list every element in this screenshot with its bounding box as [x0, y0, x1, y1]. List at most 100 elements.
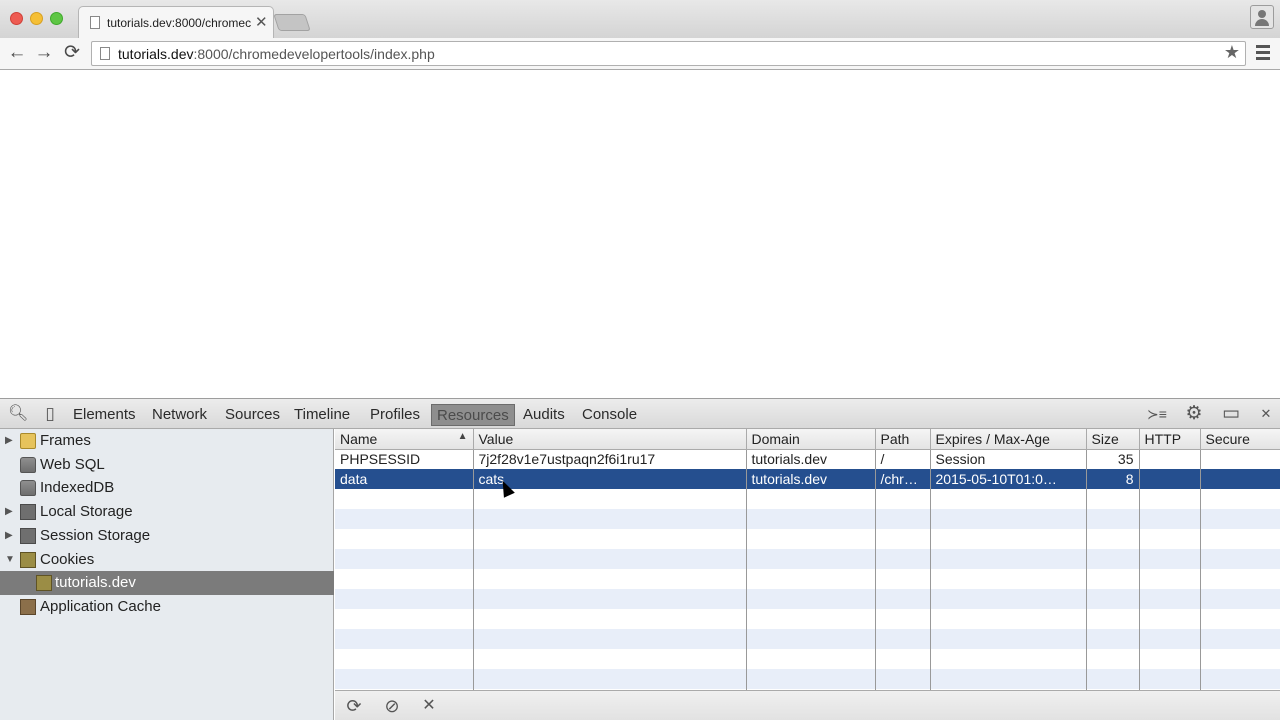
sidebar-item-label: Frames [40, 432, 91, 449]
empty-row [335, 589, 1280, 609]
delete-icon[interactable]: ✕ [418, 695, 440, 717]
tab-profiles[interactable]: Profiles [365, 404, 425, 426]
empty-row [335, 609, 1280, 629]
console-drawer-icon[interactable]: ≻≡ [1144, 404, 1170, 424]
empty-row [335, 569, 1280, 589]
resources-sidebar: ▶ Frames Web SQL IndexedDB ▶ Local Stora… [0, 429, 334, 720]
tab-resources[interactable]: Resources [431, 404, 515, 426]
sidebar-item-session-storage[interactable]: ▶ Session Storage [0, 524, 334, 548]
empty-row [335, 669, 1280, 689]
sidebar-item-label: IndexedDB [40, 479, 115, 496]
sidebar-item-label: Cookies [40, 551, 95, 568]
address-bar[interactable]: tutorials.dev:8000/chromedevelopertools/… [91, 41, 1246, 66]
cell-name[interactable]: PHPSESSID [335, 449, 474, 469]
minimize-window-button[interactable] [30, 12, 43, 25]
column-header-http[interactable]: HTTP [1139, 429, 1201, 450]
browser-tab[interactable]: tutorials.dev:8000/chromec ✕ [78, 6, 274, 38]
sidebar-item-web-sql[interactable]: Web SQL [0, 453, 334, 477]
sidebar-item-label: Session Storage [40, 527, 151, 544]
table-row[interactable]: PHPSESSID 7j2f28v1e7ustpaqn2f6i1ru17 tut… [335, 449, 1280, 469]
column-header-name[interactable]: Name ▲ [335, 429, 474, 450]
column-header-size[interactable]: Size [1086, 429, 1140, 450]
url-text[interactable]: tutorials.dev:8000/chromedevelopertools/… [118, 46, 435, 62]
cell-secure[interactable] [1200, 449, 1280, 469]
cell-path[interactable]: / [875, 449, 931, 469]
cell-domain[interactable]: tutorials.dev [746, 469, 876, 489]
database-icon [20, 480, 36, 496]
cookie-icon [36, 575, 52, 591]
column-header-value[interactable]: Value [473, 429, 747, 450]
tab-close-icon[interactable]: ✕ [255, 13, 268, 31]
browser-toolbar: ← → ⟳ tutorials.dev:8000/chromedeveloper… [0, 38, 1280, 70]
database-icon [20, 457, 36, 473]
table-row-selected[interactable]: data cats tutorials.dev /chr… 2015-05-10… [335, 469, 1280, 489]
cell-value[interactable]: cats [473, 469, 747, 489]
zoom-window-button[interactable] [50, 12, 63, 25]
device-mode-icon[interactable]: ▯ [40, 404, 60, 424]
collapse-arrow-icon[interactable]: ▼ [5, 548, 15, 572]
cell-value[interactable]: 7j2f28v1e7ustpaqn2f6i1ru17 [473, 449, 747, 469]
sidebar-item-local-storage[interactable]: ▶ Local Storage [0, 500, 334, 524]
cell-expires[interactable]: 2015-05-10T01:0… [930, 469, 1087, 489]
forward-icon[interactable]: → [33, 42, 55, 64]
cookies-table-body: PHPSESSID 7j2f28v1e7ustpaqn2f6i1ru17 tut… [335, 449, 1280, 690]
bookmark-star-icon[interactable]: ★ [1224, 42, 1240, 63]
tab-strip: tutorials.dev:8000/chromec ✕ [0, 0, 1280, 38]
cell-path[interactable]: /chr… [875, 469, 931, 489]
reload-icon[interactable]: ⟳ [61, 42, 83, 64]
devtools-panel: 🔍︎ ▯ Elements Network Sources Timeline P… [0, 398, 1280, 720]
refresh-icon[interactable]: ⟳ [343, 695, 365, 717]
inspect-search-icon[interactable]: 🔍︎ [8, 404, 28, 424]
cell-http[interactable] [1139, 449, 1201, 469]
empty-row [335, 629, 1280, 649]
column-header-domain[interactable]: Domain [746, 429, 876, 450]
cell-size[interactable]: 8 [1086, 469, 1140, 489]
column-header-path[interactable]: Path [875, 429, 931, 450]
app-cache-icon [20, 599, 36, 615]
tab-sources[interactable]: Sources [220, 404, 285, 426]
tab-timeline[interactable]: Timeline [289, 404, 355, 426]
cell-size[interactable]: 35 [1086, 449, 1140, 469]
expand-arrow-icon[interactable]: ▶ [5, 429, 13, 453]
sidebar-item-indexeddb[interactable]: IndexedDB [0, 476, 334, 500]
sidebar-item-frames[interactable]: ▶ Frames [0, 429, 334, 453]
cell-secure[interactable] [1200, 469, 1280, 489]
sidebar-item-label: Web SQL [40, 456, 105, 473]
tab-console[interactable]: Console [577, 404, 642, 426]
sidebar-item-tutorials-dev[interactable]: tutorials.dev [0, 571, 334, 595]
empty-row [335, 509, 1280, 529]
cell-expires[interactable]: Session [930, 449, 1087, 469]
profile-icon[interactable] [1250, 5, 1274, 29]
close-window-button[interactable] [10, 12, 23, 25]
column-header-secure[interactable]: Secure [1200, 429, 1280, 450]
back-icon[interactable]: ← [6, 42, 28, 64]
tab-title: tutorials.dev:8000/chromec [107, 16, 252, 30]
sidebar-item-cookies[interactable]: ▼ Cookies [0, 548, 334, 572]
settings-gear-icon[interactable]: ⚙ [1184, 404, 1204, 424]
sidebar-item-label: tutorials.dev [55, 574, 136, 591]
sidebar-item-application-cache[interactable]: Application Cache [0, 595, 334, 619]
tab-audits[interactable]: Audits [518, 404, 570, 426]
cell-http[interactable] [1139, 469, 1201, 489]
clear-all-icon[interactable]: ⊘ [381, 695, 403, 717]
new-tab-button[interactable] [273, 14, 311, 31]
dock-side-icon[interactable]: ▭ [1221, 404, 1241, 424]
tab-elements[interactable]: Elements [68, 404, 141, 426]
close-devtools-icon[interactable]: ✕ [1256, 404, 1276, 424]
sidebar-item-label: Local Storage [40, 503, 133, 520]
sort-ascending-icon: ▲ [457, 431, 468, 442]
column-header-expires[interactable]: Expires / Max-Age [930, 429, 1087, 450]
tab-network[interactable]: Network [147, 404, 212, 426]
chrome-menu-icon[interactable] [1256, 45, 1270, 61]
cookies-table: Name ▲ Value Domain Path Expires / Max-Ag… [335, 429, 1280, 690]
empty-row [335, 529, 1280, 549]
page-icon [90, 16, 100, 29]
expand-arrow-icon[interactable]: ▶ [5, 524, 13, 548]
cell-name[interactable]: data [335, 469, 474, 489]
url-path: :8000/chromedevelopertools/index.php [193, 46, 435, 62]
cell-domain[interactable]: tutorials.dev [746, 449, 876, 469]
cookies-status-bar: ⟳ ⊘ ✕ [335, 690, 1280, 720]
empty-row [335, 489, 1280, 509]
expand-arrow-icon[interactable]: ▶ [5, 500, 13, 524]
cookie-icon [20, 552, 36, 568]
